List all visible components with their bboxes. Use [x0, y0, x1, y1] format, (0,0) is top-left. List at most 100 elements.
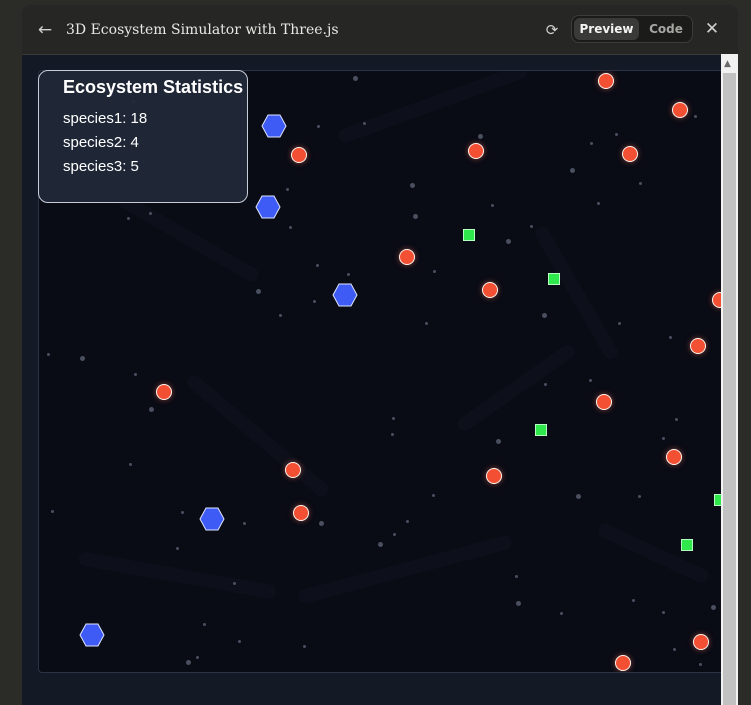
star-particle [278, 313, 282, 317]
star-particle [661, 436, 665, 440]
star-particle [588, 378, 592, 382]
star-particle [128, 462, 132, 466]
star-particle [195, 655, 199, 659]
star-particle [405, 519, 409, 523]
species1-creature [672, 102, 688, 118]
stat-species1: species1: 18 [63, 110, 148, 127]
species1-creature [666, 449, 682, 465]
star-particle [148, 406, 154, 412]
ecosystem-statistics-panel: Ecosystem Statistics species1: 18 specie… [38, 70, 248, 203]
species1-creature [690, 338, 706, 354]
species3-creature [463, 229, 475, 241]
motion-trail [115, 191, 262, 285]
motion-trail [184, 372, 332, 500]
star-particle [185, 659, 191, 665]
back-button[interactable]: ← [34, 19, 56, 41]
star-particle [202, 622, 206, 626]
star-particle [409, 182, 415, 188]
star-particle [693, 114, 697, 118]
star-particle [148, 211, 152, 215]
species1-creature [615, 655, 631, 671]
arrow-left-icon: ← [37, 20, 53, 40]
star-particle [175, 546, 179, 550]
star-particle [316, 124, 320, 128]
star-particle [596, 201, 600, 205]
star-particle [432, 269, 436, 273]
species1-creature [486, 468, 502, 484]
star-particle [529, 224, 533, 228]
motion-trail [454, 341, 578, 434]
species3-creature [681, 539, 693, 551]
star-particle [390, 432, 394, 436]
star-particle [79, 355, 85, 361]
star-particle [242, 521, 246, 525]
star-particle [569, 167, 575, 173]
star-particle [431, 493, 435, 497]
star-particle [315, 263, 319, 267]
star-particle [477, 133, 483, 139]
close-icon: ✕ [704, 19, 720, 39]
star-particle [46, 352, 50, 356]
panel-header: ← 3D Ecosystem Simulator with Three.js ⟳… [22, 5, 738, 55]
motion-trail [596, 521, 711, 586]
star-particle [391, 416, 395, 420]
species1-creature [399, 249, 415, 265]
star-particle [559, 611, 563, 615]
species2-creature [79, 623, 105, 647]
species2-creature [199, 507, 225, 531]
star-particle [674, 417, 678, 421]
species2-creature [255, 195, 281, 219]
scroll-up-arrow-icon[interactable]: ▲ [724, 59, 731, 69]
star-particle [232, 581, 236, 585]
species1-creature [468, 143, 484, 159]
scroll-thumb[interactable] [723, 73, 736, 705]
star-particle [541, 312, 547, 318]
motion-trail [297, 534, 514, 605]
vertical-scrollbar[interactable]: ▲ [721, 54, 738, 705]
star-particle [575, 493, 581, 499]
star-particle [668, 335, 672, 339]
species3-creature [548, 273, 560, 285]
species1-creature [482, 282, 498, 298]
refresh-button[interactable]: ⟳ [541, 19, 563, 41]
star-particle [126, 216, 130, 220]
motion-trail [532, 224, 621, 362]
stat-species3: species3: 5 [63, 158, 139, 175]
star-particle [698, 662, 702, 666]
species1-creature [291, 147, 307, 163]
star-particle [515, 600, 521, 606]
star-particle [490, 203, 494, 207]
star-particle [710, 604, 716, 610]
stat-species2: species2: 4 [63, 134, 139, 151]
star-particle [514, 574, 518, 578]
species1-creature [156, 384, 172, 400]
motion-trail [77, 551, 278, 600]
star-particle [237, 639, 241, 643]
artifact-title: 3D Ecosystem Simulator with Three.js [66, 22, 339, 38]
star-particle [346, 272, 350, 276]
motion-trail [336, 71, 530, 145]
artifact-panel: ← 3D Ecosystem Simulator with Three.js ⟳… [22, 5, 738, 705]
star-particle [50, 509, 54, 513]
species1-creature [598, 73, 614, 89]
tab-code[interactable]: Code [641, 18, 691, 40]
star-particle [377, 541, 383, 547]
view-toggle: Preview Code [571, 15, 693, 43]
species1-creature [285, 462, 301, 478]
star-particle [617, 321, 621, 325]
star-particle [505, 238, 511, 244]
species2-creature [332, 283, 358, 307]
star-particle [312, 299, 316, 303]
star-particle [631, 598, 635, 602]
species1-creature [693, 634, 709, 650]
star-particle [661, 610, 665, 614]
species1-creature [596, 394, 612, 410]
star-particle [424, 321, 428, 325]
close-button[interactable]: ✕ [701, 18, 723, 40]
species1-creature [622, 146, 638, 162]
star-particle [672, 647, 676, 651]
star-particle [637, 494, 641, 498]
star-particle [392, 532, 396, 536]
star-particle [614, 132, 618, 136]
tab-preview[interactable]: Preview [574, 18, 639, 40]
